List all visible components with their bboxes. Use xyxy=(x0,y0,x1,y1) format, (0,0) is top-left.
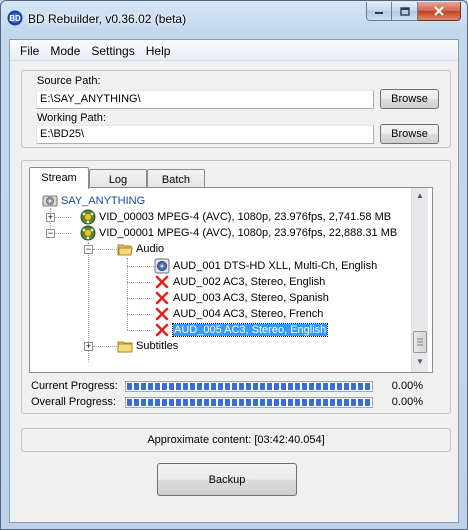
app-window: BD BD Rebuilder, v0.36.02 (beta) File Mo… xyxy=(0,0,468,530)
working-path-label: Working Path: xyxy=(37,112,106,124)
tree-line xyxy=(127,330,154,331)
tree-root-label: SAY_ANYTHING xyxy=(61,195,146,207)
tree-line xyxy=(55,217,71,218)
tree-scrollbar[interactable]: ▲ ▼ xyxy=(411,188,428,372)
scroll-down-icon[interactable]: ▼ xyxy=(412,354,428,370)
x-icon xyxy=(154,274,170,290)
tree-subtitles-folder[interactable]: Subtitles xyxy=(117,338,178,354)
grip-icon xyxy=(417,338,423,346)
source-path-label: Source Path: xyxy=(37,75,101,87)
tree-root[interactable]: SAY_ANYTHING xyxy=(42,193,145,209)
tree-line xyxy=(93,346,117,347)
tree-audio-item[interactable]: AUD_003 AC3, Stereo, Spanish xyxy=(154,290,329,306)
tree-audio-folder[interactable]: Audio xyxy=(117,241,164,257)
tree-audio-folder-label: Audio xyxy=(136,243,165,255)
folder-icon xyxy=(117,338,133,354)
tree-line xyxy=(127,314,154,315)
x-icon xyxy=(154,322,170,338)
svg-text:BD: BD xyxy=(9,14,21,23)
expand-toggle[interactable]: + xyxy=(84,342,93,351)
current-progress-label: Current Progress: xyxy=(31,380,118,392)
tree-audio-item[interactable]: AUD_004 AC3, Stereo, French xyxy=(154,306,323,322)
tree-audio-label: AUD_001 DTS-HD XLL, Multi-Ch, English xyxy=(173,260,378,272)
title-bar[interactable]: BD BD Rebuilder, v0.36.02 (beta) xyxy=(1,1,467,39)
speaker-icon xyxy=(154,258,170,274)
tree-audio-item[interactable]: AUD_001 DTS-HD XLL, Multi-Ch, English xyxy=(154,258,377,274)
tree-line xyxy=(127,266,154,267)
tab-batch[interactable]: Batch xyxy=(147,169,205,189)
minimize-icon xyxy=(375,12,383,14)
current-progress-bar xyxy=(125,381,373,392)
overall-progress-bar xyxy=(125,397,373,408)
scroll-up-icon[interactable]: ▲ xyxy=(412,188,428,204)
maximize-icon xyxy=(399,6,410,16)
menu-bar: File Mode Settings Help xyxy=(10,40,458,61)
tree-line xyxy=(127,258,128,330)
approximate-content-text: Approximate content: [03:42:40.054] xyxy=(147,434,325,446)
tab-log[interactable]: Log xyxy=(89,169,147,189)
source-path-field[interactable]: E:\SAY_ANYTHING\ xyxy=(36,90,374,109)
minimize-button[interactable] xyxy=(366,2,392,21)
status-bar: Approximate content: [03:42:40.054] xyxy=(21,428,451,452)
working-browse-button[interactable]: Browse xyxy=(380,124,439,144)
tree-video-label: VID_00003 MPEG-4 (AVC), 1080p, 23.976fps… xyxy=(99,211,392,223)
tree-audio-label: AUD_003 AC3, Stereo, Spanish xyxy=(173,292,329,304)
tab-stream[interactable]: Stream xyxy=(29,167,89,189)
stream-group: Stream Log Batch SAY_ANYTHING + VID_0000… xyxy=(21,160,451,414)
overall-progress-label: Overall Progress: xyxy=(31,396,116,408)
tree-video-label: VID_00001 MPEG-4 (AVC), 1080p, 23.976fps… xyxy=(99,227,398,239)
caption-buttons xyxy=(366,2,461,22)
video-icon xyxy=(80,209,96,225)
tree-line xyxy=(93,249,117,250)
tree-audio-item[interactable]: AUD_002 AC3, Stereo, English xyxy=(154,274,325,290)
scroll-thumb[interactable] xyxy=(413,331,427,353)
disc-icon xyxy=(42,193,58,209)
tree-line xyxy=(55,233,71,234)
menu-mode[interactable]: Mode xyxy=(45,40,86,60)
paths-group: Source Path: E:\SAY_ANYTHING\ Browse Wor… xyxy=(21,70,451,148)
overall-progress-value: 0.00% xyxy=(391,396,423,408)
backup-button[interactable]: Backup xyxy=(157,463,297,496)
menu-file[interactable]: File xyxy=(15,40,45,60)
current-progress-fill xyxy=(127,383,371,390)
window-title: BD Rebuilder, v0.36.02 (beta) xyxy=(28,12,187,26)
video-icon xyxy=(80,225,96,241)
tree-video-item[interactable]: VID_00003 MPEG-4 (AVC), 1080p, 23.976fps… xyxy=(80,209,391,225)
tree-subtitles-label: Subtitles xyxy=(136,340,179,352)
tree-audio-label: AUD_004 AC3, Stereo, French xyxy=(173,308,324,320)
folder-open-icon xyxy=(117,241,133,257)
tree-audio-label: AUD_002 AC3, Stereo, English xyxy=(173,276,326,288)
tree-line xyxy=(127,282,154,283)
stream-panel: SAY_ANYTHING + VID_00003 MPEG-4 (AVC), 1… xyxy=(29,187,433,373)
menu-help[interactable]: Help xyxy=(141,40,177,60)
expand-toggle[interactable]: + xyxy=(46,213,55,222)
bd-rebuilder-icon: BD xyxy=(7,10,23,26)
stream-tree[interactable]: SAY_ANYTHING + VID_00003 MPEG-4 (AVC), 1… xyxy=(30,188,410,372)
close-button[interactable] xyxy=(418,2,461,21)
working-path-field[interactable]: E:\BD25\ xyxy=(36,125,374,144)
tree-video-item[interactable]: VID_00001 MPEG-4 (AVC), 1080p, 23.976fps… xyxy=(80,225,397,241)
collapse-toggle[interactable]: − xyxy=(46,229,55,238)
tree-audio-label: AUD_005 AC3, Stereo, English xyxy=(171,323,329,337)
menu-settings[interactable]: Settings xyxy=(86,40,140,60)
x-icon xyxy=(154,290,170,306)
tree-line xyxy=(127,298,154,299)
client-area: File Mode Settings Help Source Path: E:\… xyxy=(9,39,459,523)
x-icon xyxy=(154,306,170,322)
current-progress-value: 0.00% xyxy=(391,380,423,392)
tree-audio-item-selected[interactable]: AUD_005 AC3, Stereo, English xyxy=(154,322,329,338)
overall-progress-fill xyxy=(127,399,371,406)
source-browse-button[interactable]: Browse xyxy=(380,89,439,109)
close-icon xyxy=(434,6,444,16)
maximize-button[interactable] xyxy=(392,2,418,21)
collapse-toggle[interactable]: − xyxy=(84,245,93,254)
